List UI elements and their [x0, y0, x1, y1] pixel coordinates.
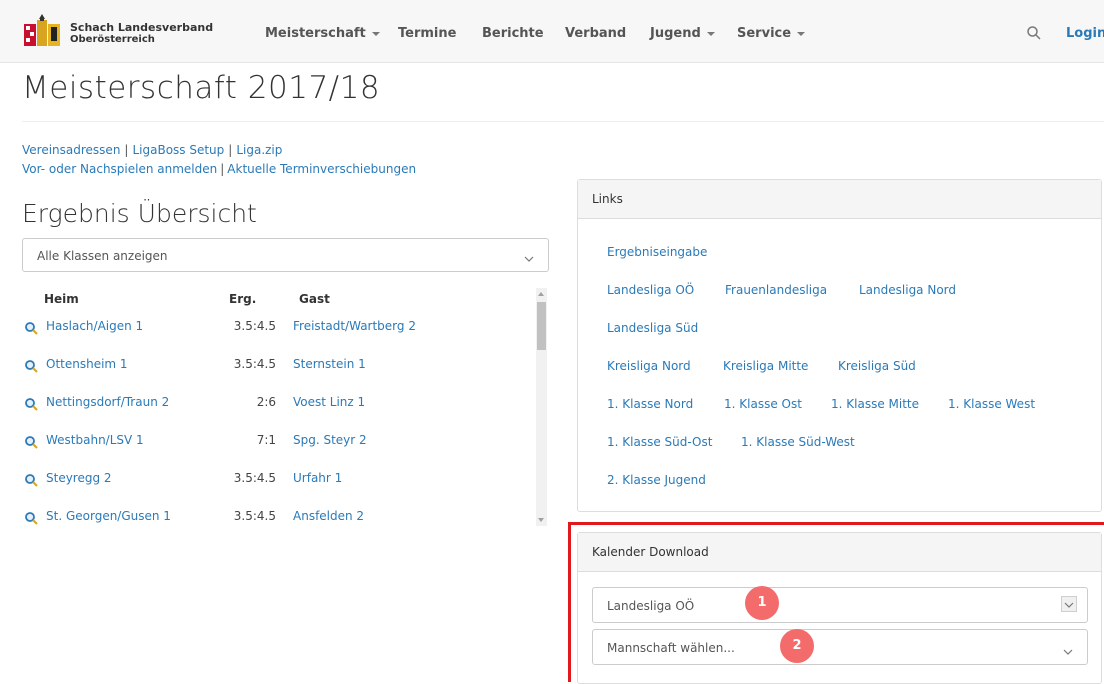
result-value: 3.5:4.5: [233, 471, 276, 485]
guest-team-link[interactable]: Voest Linz 1: [293, 395, 365, 409]
table-row: St. Georgen/Gusen 1 3.5:4.5 Ansfelden 2: [22, 501, 532, 528]
links-panel-heading: Links: [578, 180, 1101, 219]
header-guest: Gast: [299, 292, 330, 306]
guest-team-link[interactable]: Sternstein 1: [293, 357, 366, 371]
caret-down-icon: [371, 31, 380, 36]
links-panel-title: Links: [592, 192, 623, 206]
separator: |: [220, 162, 225, 176]
top-navbar: Schach Landesverband Oberösterreich Meis…: [0, 0, 1104, 63]
class-filter-select[interactable]: Alle Klassen anzeigen: [22, 238, 549, 272]
magnifier-icon[interactable]: [24, 434, 38, 449]
page-title: Meisterschaft 2017/18: [22, 70, 381, 106]
nav-label: Jugend: [650, 26, 701, 41]
link-landesliga-ooe[interactable]: Landesliga OÖ: [607, 283, 694, 297]
scroll-down-arrow-icon[interactable]: [538, 518, 544, 522]
table-row: Steyregg 2 3.5:4.5 Urfahr 1: [22, 463, 532, 501]
link-landesliga-sued[interactable]: Landesliga Süd: [607, 321, 698, 335]
scroll-thumb[interactable]: [537, 302, 546, 350]
title-divider: [22, 121, 1104, 122]
separator: |: [228, 143, 233, 157]
magnifier-icon[interactable]: [24, 320, 38, 335]
brand-title[interactable]: Schach Landesverband Oberösterreich: [70, 22, 213, 46]
link-kreisliga-sued[interactable]: Kreisliga Süd: [838, 359, 916, 373]
results-scrollbar[interactable]: [536, 288, 547, 526]
result-value: 3.5:4.5: [233, 319, 276, 333]
nav-service[interactable]: Service: [737, 26, 806, 41]
results-title: Ergebnis Übersicht: [22, 199, 257, 228]
table-row: Haslach/Aigen 1 3.5:4.5 Freistadt/Wartbe…: [22, 311, 532, 349]
link-1-klasse-mitte[interactable]: 1. Klasse Mitte: [831, 397, 919, 411]
home-team-link[interactable]: Westbahn/LSV 1: [46, 433, 144, 447]
link-1-klasse-nord[interactable]: 1. Klasse Nord: [607, 397, 693, 411]
link-landesliga-nord[interactable]: Landesliga Nord: [859, 283, 956, 297]
result-value: 2:6: [256, 395, 276, 409]
quicklinks-row-2: Vor- oder Nachspielen anmelden | Aktuelle …: [22, 162, 416, 176]
nav-berichte[interactable]: Berichte: [482, 26, 544, 41]
header-home: Heim: [44, 292, 79, 306]
nav-label: Berichte: [482, 26, 544, 41]
search-icon[interactable]: [1026, 25, 1042, 41]
home-team-link[interactable]: Ottensheim 1: [46, 357, 128, 371]
result-value: 7:1: [256, 433, 276, 447]
table-row: Nettingsdorf/Traun 2 2:6 Voest Linz 1: [22, 387, 532, 425]
links-panel: Links Ergebniseingabe Landesliga OÖ Frau…: [577, 179, 1102, 512]
step-marker-2: 2: [780, 629, 814, 663]
coat-of-arms-logo[interactable]: [22, 12, 62, 50]
home-team-link[interactable]: St. Georgen/Gusen 1: [46, 509, 171, 523]
magnifier-icon[interactable]: [24, 510, 38, 525]
guest-team-link[interactable]: Spg. Steyr 2: [293, 433, 367, 447]
scroll-up-arrow-icon[interactable]: [538, 292, 544, 296]
caret-down-icon: [797, 31, 806, 36]
nav-label: Termine: [398, 26, 457, 41]
separator: |: [124, 143, 129, 157]
link-1-klasse-sued-west[interactable]: 1. Klasse Süd-West: [741, 435, 855, 449]
nav-jugend[interactable]: Jugend: [650, 26, 715, 41]
step-marker-1: 1: [745, 586, 779, 620]
nav-termine[interactable]: Termine: [398, 26, 456, 41]
home-team-link[interactable]: Steyregg 2: [46, 471, 112, 485]
nav-label: Meisterschaft: [265, 26, 366, 41]
nav-verband[interactable]: Verband: [565, 26, 626, 41]
table-row: Westbahn/LSV 1 7:1 Spg. Steyr 2: [22, 425, 532, 463]
brand-line1: Schach Landesverband: [70, 21, 214, 34]
results-table: Heim Erg. Gast Haslach/Aigen 1 3.5:4.5 F…: [22, 286, 550, 528]
link-frauenlandesliga[interactable]: Frauenlandesliga: [725, 283, 827, 297]
brand-line2: Oberösterreich: [70, 34, 155, 45]
link-1-klasse-west[interactable]: 1. Klasse West: [948, 397, 1035, 411]
link-1-klasse-ost[interactable]: 1. Klasse Ost: [724, 397, 802, 411]
magnifier-icon[interactable]: [24, 472, 38, 487]
magnifier-icon[interactable]: [24, 396, 38, 411]
quicklinks-row-1: Vereinsadressen | LigaBoss Setup | Liga.zip: [22, 143, 282, 157]
link-kreisliga-mitte[interactable]: Kreisliga Mitte: [723, 359, 808, 373]
home-team-link[interactable]: Nettingsdorf/Traun 2: [46, 395, 169, 409]
home-team-link[interactable]: Haslach/Aigen 1: [46, 319, 143, 333]
nav-label: Service: [737, 26, 792, 41]
link-terminverschiebungen[interactable]: Aktuelle Terminverschiebungen: [227, 162, 416, 176]
header-result: Erg.: [229, 292, 257, 306]
link-vereinsadressen[interactable]: Vereinsadressen: [22, 143, 120, 157]
result-value: 3.5:4.5: [233, 509, 276, 523]
guest-team-link[interactable]: Ansfelden 2: [293, 509, 364, 523]
table-row: Ottensheim 1 3.5:4.5 Sternstein 1: [22, 349, 532, 387]
link-ergebniseingabe[interactable]: Ergebniseingabe: [607, 245, 707, 259]
highlight-box: [568, 522, 1104, 682]
login-link[interactable]: Login: [1066, 26, 1104, 41]
link-kreisliga-nord[interactable]: Kreisliga Nord: [607, 359, 691, 373]
link-2-klasse-jugend[interactable]: 2. Klasse Jugend: [607, 473, 706, 487]
link-ligaboss-setup[interactable]: LigaBoss Setup: [132, 143, 224, 157]
link-liga-zip[interactable]: Liga.zip: [236, 143, 282, 157]
caret-down-icon: [706, 31, 715, 36]
result-value: 3.5:4.5: [233, 357, 276, 371]
link-1-klasse-sued-ost[interactable]: 1. Klasse Süd-Ost: [607, 435, 712, 449]
link-vor-nachspielen[interactable]: Vor- oder Nachspielen anmelden: [22, 162, 217, 176]
nav-label: Verband: [565, 26, 627, 41]
nav-meisterschaft[interactable]: Meisterschaft: [265, 26, 380, 41]
chevron-down-icon: [524, 249, 534, 262]
guest-team-link[interactable]: Freistadt/Wartberg 2: [293, 319, 416, 333]
magnifier-icon[interactable]: [24, 358, 38, 373]
guest-team-link[interactable]: Urfahr 1: [293, 471, 342, 485]
class-filter-value: Alle Klassen anzeigen: [37, 249, 168, 263]
